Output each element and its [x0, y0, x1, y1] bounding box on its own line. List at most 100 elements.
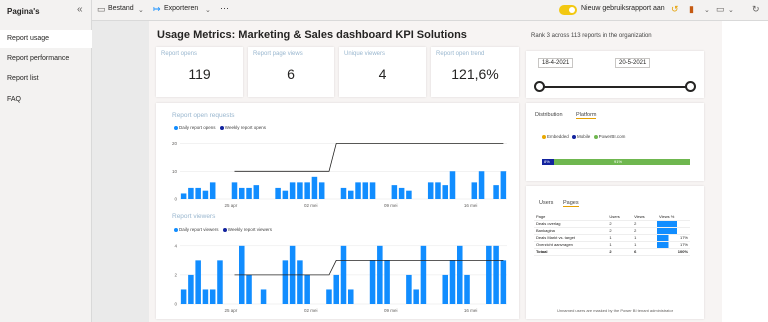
bar[interactable]	[231, 182, 238, 199]
bar[interactable]	[202, 289, 209, 304]
bar[interactable]	[326, 289, 332, 304]
bar[interactable]	[362, 182, 369, 199]
date-slider-start-handle[interactable]	[534, 81, 545, 92]
bar[interactable]	[260, 289, 267, 304]
bookmark-icon[interactable]: ▮	[689, 4, 694, 15]
bar[interactable]	[340, 187, 347, 199]
column-header[interactable]: Users	[607, 213, 633, 221]
bar[interactable]	[209, 289, 216, 304]
bar[interactable]	[297, 182, 303, 199]
bar[interactable]	[500, 260, 507, 304]
bar[interactable]	[289, 182, 296, 199]
bar[interactable]	[442, 185, 448, 199]
bar[interactable]	[449, 260, 456, 304]
column-header[interactable]: Views %	[657, 213, 690, 221]
bar[interactable]	[304, 274, 310, 304]
kpi-card-report-page-views[interactable]: Report page views 6	[248, 47, 334, 97]
bar[interactable]	[311, 176, 318, 199]
kpi-card-report-opens[interactable]: Report opens 119	[156, 47, 243, 97]
bar[interactable]	[246, 187, 252, 199]
bar[interactable]	[420, 245, 427, 304]
bar[interactable]	[398, 187, 405, 199]
report-viewers-chart[interactable]: 0 2 4 25 apr 02 mei 09 mei 16 mei	[166, 236, 511, 314]
bar[interactable]	[282, 260, 289, 304]
table-row[interactable]: Overzicht aanvragen 1 1 17%	[534, 241, 690, 249]
kpi-card-unique-viewers[interactable]: Unique viewers 4	[339, 47, 426, 97]
more-options-button[interactable]: ···	[220, 3, 229, 13]
page-item-report-usage[interactable]: Report usage	[0, 30, 92, 48]
column-header[interactable]: Views	[632, 213, 658, 221]
kpi-card-report-open-trend[interactable]: Report open trend 121,6%	[431, 47, 519, 97]
bar[interactable]	[355, 182, 361, 199]
bar[interactable]	[188, 274, 194, 304]
bar[interactable]	[369, 260, 376, 304]
bar[interactable]	[377, 245, 383, 304]
tab-pages[interactable]: Pages	[563, 200, 579, 207]
bar[interactable]	[427, 182, 434, 199]
bar[interactable]	[217, 260, 223, 304]
weekly-line[interactable]	[234, 260, 504, 276]
bar[interactable]	[333, 274, 339, 304]
bar[interactable]	[195, 187, 201, 199]
page-item-report-list[interactable]: Report list	[0, 70, 92, 88]
tab-platform[interactable]: Platform	[576, 112, 597, 119]
bar[interactable]	[246, 274, 252, 304]
bar[interactable]	[239, 187, 245, 199]
tab-distribution[interactable]: Distribution	[535, 112, 563, 118]
refresh-icon[interactable]: ↻	[752, 4, 760, 15]
file-menu[interactable]: Bestand	[108, 5, 134, 12]
tab-users[interactable]: Users	[539, 200, 553, 206]
bar[interactable]	[391, 185, 398, 199]
bar[interactable]	[486, 245, 492, 304]
chevron-down-icon[interactable]: ⌄	[138, 6, 144, 14]
bar[interactable]	[297, 260, 303, 304]
bar[interactable]	[340, 245, 347, 304]
bar[interactable]	[209, 182, 216, 199]
table-row[interactable]: Bankagina 2 2	[534, 227, 690, 235]
bar[interactable]	[384, 260, 390, 304]
start-date-input[interactable]: 18-4-2021	[538, 58, 574, 68]
table-row[interactable]: Deals overlag 2 2	[534, 220, 690, 228]
view-icon[interactable]: ▭	[716, 4, 725, 15]
bar[interactable]	[406, 190, 412, 199]
bar[interactable]	[478, 171, 485, 199]
bar[interactable]	[282, 190, 289, 199]
bar[interactable]	[493, 245, 499, 304]
weekly-line[interactable]	[234, 143, 504, 172]
bar[interactable]	[457, 245, 463, 304]
column-header[interactable]: Page	[534, 213, 608, 221]
bar[interactable]	[406, 274, 412, 304]
bar[interactable]	[471, 182, 478, 199]
bar[interactable]	[348, 190, 354, 199]
new-report-toggle[interactable]	[559, 5, 577, 15]
collapse-pane-icon[interactable]: «	[77, 4, 83, 15]
bar[interactable]	[348, 289, 354, 304]
reset-icon[interactable]: ↺	[671, 4, 679, 15]
page-item-faq[interactable]: FAQ	[0, 91, 92, 109]
bar[interactable]	[464, 274, 470, 304]
report-open-requests-chart[interactable]: 0 10 20 25 apr 02 mei 09 mei 16 mei	[166, 134, 511, 209]
export-menu[interactable]: Exporteren	[164, 5, 198, 12]
page-item-report-performance[interactable]: Report performance	[0, 50, 92, 68]
end-date-input[interactable]: 20-5-2021	[615, 58, 651, 68]
bar[interactable]	[369, 182, 376, 199]
bar[interactable]	[202, 190, 209, 199]
chevron-down-icon[interactable]: ⌄	[728, 6, 734, 14]
date-slicer[interactable]: 18-4-2021 20-5-2021	[526, 51, 704, 98]
platform-bar[interactable]: 8% 91%	[542, 159, 690, 165]
bar[interactable]	[500, 171, 507, 199]
bar[interactable]	[275, 187, 281, 199]
chevron-down-icon[interactable]: ⌄	[205, 6, 211, 14]
date-slider-end-handle[interactable]	[685, 81, 696, 92]
bar[interactable]	[442, 274, 448, 304]
bar[interactable]	[180, 289, 187, 304]
bar[interactable]	[195, 260, 201, 304]
bar[interactable]	[253, 185, 260, 199]
table-row[interactable]: Deals Markt vs. target 1 1 17%	[534, 234, 690, 242]
bar[interactable]	[449, 171, 456, 199]
chevron-down-icon[interactable]: ⌄	[704, 6, 710, 14]
bar[interactable]	[435, 182, 441, 199]
bar[interactable]	[413, 289, 419, 304]
bar[interactable]	[304, 182, 310, 199]
bar[interactable]	[318, 182, 325, 199]
